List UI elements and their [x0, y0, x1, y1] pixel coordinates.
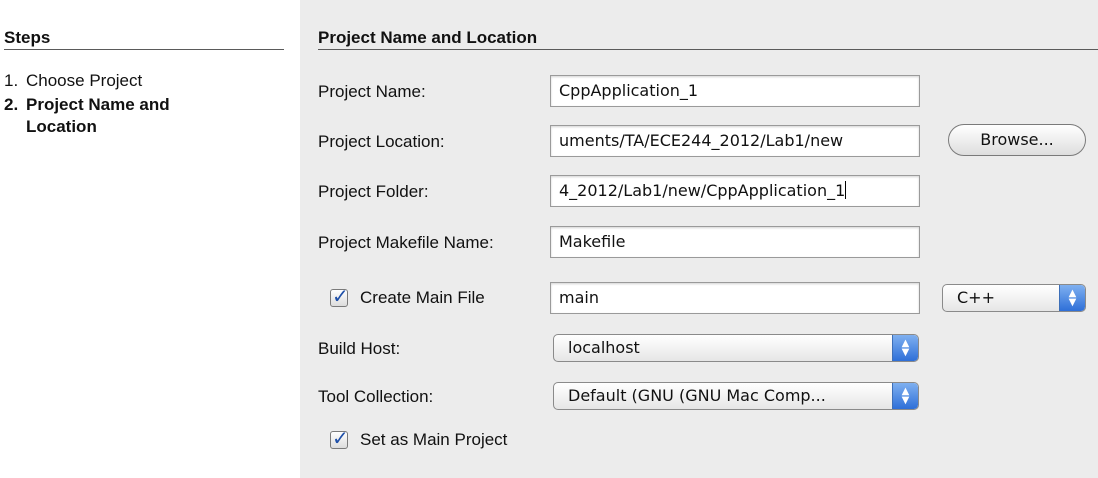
- updown-arrows-icon: ▲ ▼: [892, 383, 918, 409]
- panel-divider: [318, 49, 1098, 50]
- project-location-label: Project Location:: [318, 132, 445, 151]
- panel-title: Project Name and Location: [318, 28, 538, 47]
- build-host-select[interactable]: localhost ▲ ▼: [553, 334, 919, 362]
- tool-collection-label: Tool Collection:: [318, 387, 434, 406]
- create-main-file-label: Create Main File: [360, 288, 485, 307]
- makefile-name-label: Project Makefile Name:: [318, 233, 494, 252]
- checkmark-icon: ✓: [332, 284, 349, 308]
- browse-button[interactable]: Browse...: [948, 124, 1086, 156]
- project-folder-label: Project Folder:: [318, 182, 429, 201]
- step-number: 2.: [4, 95, 19, 114]
- steps-divider: [4, 49, 284, 50]
- create-main-file-checkbox[interactable]: ✓: [330, 284, 349, 308]
- build-host-selected-value: localhost: [568, 338, 640, 357]
- project-location-input[interactable]: uments/TA/ECE244_2012/Lab1/new: [550, 125, 920, 157]
- project-name-label: Project Name:: [318, 82, 426, 101]
- language-select[interactable]: C++ ▲ ▼: [942, 284, 1086, 312]
- project-folder-value: 4_2012/Lab1/new/CppApplication_1: [559, 181, 846, 200]
- step-project-name-location: 2. Project Name and Location: [4, 94, 226, 138]
- language-selected-value: C++: [957, 288, 995, 307]
- step-number: 1.: [4, 71, 19, 90]
- build-host-label: Build Host:: [318, 339, 401, 358]
- project-folder-input[interactable]: 4_2012/Lab1/new/CppApplication_1: [550, 175, 920, 207]
- tool-collection-select[interactable]: Default (GNU (GNU Mac Comp... ▲ ▼: [553, 382, 919, 410]
- set-main-project-label: Set as Main Project: [360, 430, 508, 449]
- updown-arrows-icon: ▲ ▼: [1059, 285, 1085, 311]
- project-name-input[interactable]: CppApplication_1: [550, 75, 920, 107]
- text-cursor: [845, 181, 847, 199]
- makefile-name-input[interactable]: Makefile: [550, 226, 920, 258]
- steps-title: Steps: [4, 28, 51, 47]
- tool-collection-selected-value: Default (GNU (GNU Mac Comp...: [568, 386, 826, 405]
- steps-panel: Steps 1. Choose Project 2. Project Name an…: [0, 0, 300, 478]
- step-label: Project Name and Location: [26, 95, 170, 136]
- step-choose-project: 1. Choose Project: [4, 70, 142, 92]
- set-main-project-checkbox[interactable]: ✓: [330, 426, 349, 450]
- updown-arrows-icon: ▲ ▼: [892, 335, 918, 361]
- step-label: Choose Project: [26, 71, 143, 90]
- form-panel: Project Name and Location Project Name: …: [300, 0, 1098, 478]
- checkmark-icon: ✓: [332, 426, 349, 450]
- main-file-name-input[interactable]: main: [550, 282, 920, 314]
